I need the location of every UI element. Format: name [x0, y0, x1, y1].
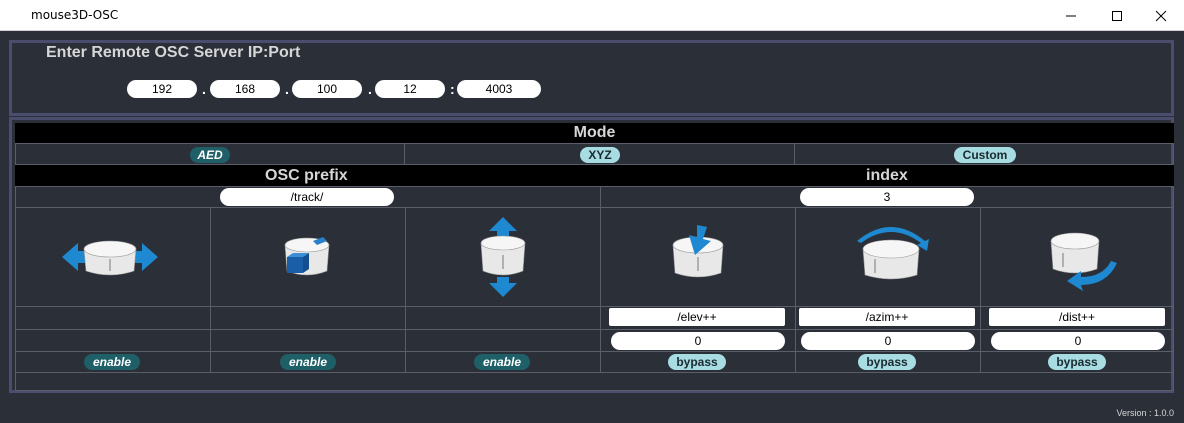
window-title: mouse3D-OSC [31, 8, 119, 22]
mapping-panel: Mode AED XYZ Custom OSC prefix index /tr… [9, 117, 1174, 393]
azim-bypass-toggle[interactable]: bypass [858, 354, 916, 370]
elev-address-input[interactable]: /elev++ [609, 308, 785, 326]
pan-x-enable-toggle[interactable]: enable [84, 354, 140, 370]
pan-y-enable-toggle[interactable]: enable [280, 354, 336, 370]
ip-dot-separator: . [202, 81, 206, 97]
ip-octet-2-input[interactable]: 168 [210, 80, 280, 98]
close-button[interactable] [1138, 0, 1184, 31]
index-label: index [866, 167, 908, 184]
axis-address-cell [405, 306, 601, 330]
azim-address-input[interactable]: /azim++ [799, 308, 975, 326]
minimize-button[interactable] [1048, 0, 1094, 31]
axis-address-cell [210, 306, 406, 330]
dist-bypass-toggle[interactable]: bypass [1048, 354, 1106, 370]
port-input[interactable]: 4003 [457, 80, 541, 98]
dist-address-input[interactable]: /dist++ [989, 308, 1165, 326]
mapping-grid: Mode AED XYZ Custom OSC prefix index /tr… [15, 123, 1174, 391]
mode-label: Mode [573, 124, 616, 141]
version-label: Version : 1.0.0 [1116, 408, 1174, 418]
elev-value-input[interactable]: 0 [611, 332, 785, 350]
ip-octet-4-input[interactable]: 12 [375, 80, 445, 98]
footer-row [15, 372, 1174, 391]
mode-xyz-button[interactable]: XYZ [580, 147, 620, 163]
tilt-icon [672, 225, 724, 278]
mode-aed-button[interactable]: AED [190, 147, 230, 163]
elev-bypass-toggle[interactable]: bypass [668, 354, 726, 370]
ip-port-panel: Enter Remote OSC Server IP:Port 192 . 16… [9, 40, 1174, 116]
mode-custom-button[interactable]: Custom [954, 147, 1016, 163]
mode-header: Mode [15, 123, 1174, 143]
index-input[interactable]: 3 [800, 188, 974, 206]
close-icon [1155, 10, 1167, 21]
maximize-button[interactable] [1094, 0, 1140, 31]
port-colon-separator: : [450, 81, 455, 97]
rotate-icon [857, 227, 929, 280]
ip-octet-1-input[interactable]: 192 [127, 80, 197, 98]
axis-value-cell [405, 329, 601, 352]
maximize-icon [1112, 10, 1122, 21]
ip-dot-separator: . [285, 81, 289, 97]
pan-z-icon [480, 217, 526, 297]
pan-y-icon [284, 237, 330, 276]
axis-value-cell [15, 329, 211, 352]
axis-value-cell [210, 329, 406, 352]
dist-value-input[interactable]: 0 [991, 332, 1165, 350]
pan-z-enable-toggle[interactable]: enable [474, 354, 530, 370]
osc-prefix-label: OSC prefix [265, 167, 348, 184]
osc-prefix-input[interactable]: /track/ [220, 188, 394, 206]
axis-address-cell [15, 306, 211, 330]
ip-port-heading: Enter Remote OSC Server IP:Port [46, 44, 301, 61]
ip-dot-separator: . [368, 81, 372, 97]
prefix-index-header [15, 165, 1174, 186]
roll-icon [1050, 232, 1117, 291]
title-bar: mouse3D-OSC [0, 0, 1184, 31]
azim-value-input[interactable]: 0 [801, 332, 975, 350]
pan-x-icon [62, 240, 158, 276]
minimize-icon [1066, 15, 1076, 16]
ip-octet-3-input[interactable]: 100 [292, 80, 362, 98]
